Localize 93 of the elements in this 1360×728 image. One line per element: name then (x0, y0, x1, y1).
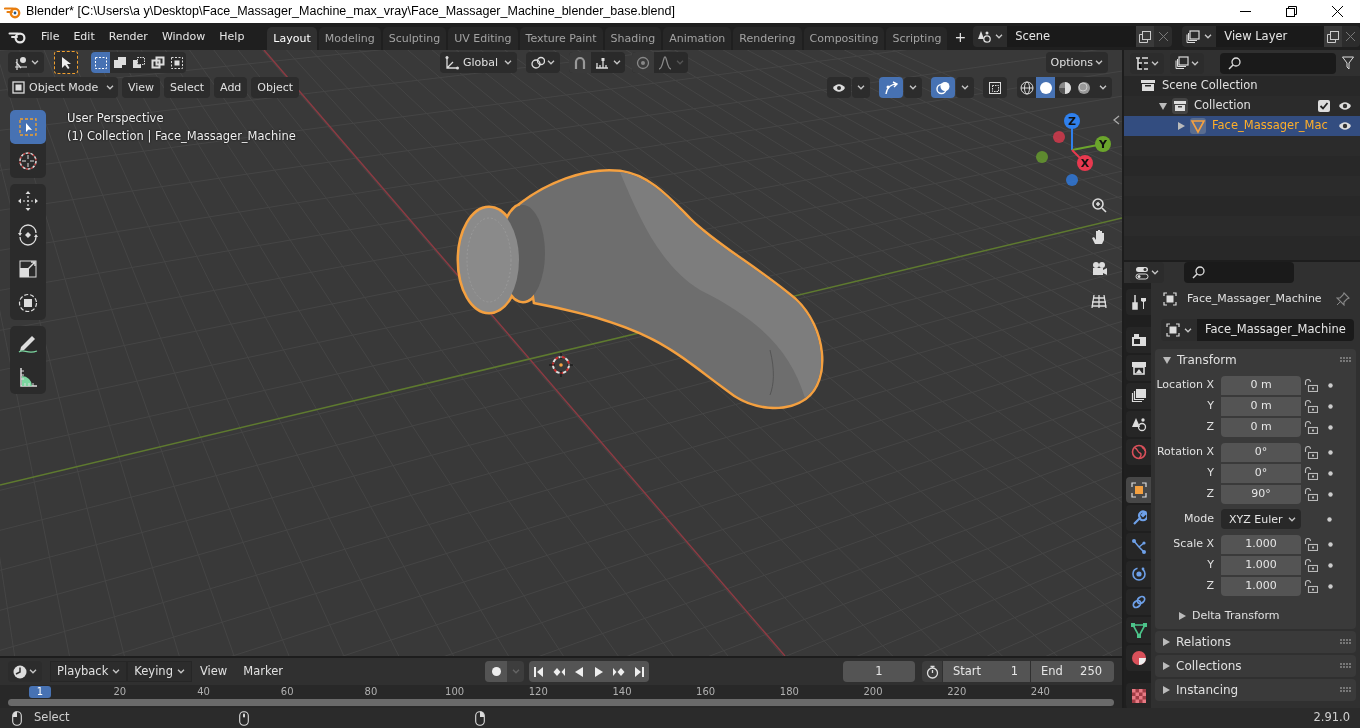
field-value: 250 (1080, 662, 1102, 680)
axis-handle[interactable]: Z (1064, 113, 1080, 129)
start-frame-field[interactable]: Start 1 (943, 661, 1030, 682)
current-frame-field[interactable]: 1 (843, 661, 915, 682)
add-workspace-button[interactable]: + (949, 29, 972, 44)
field-label: Z (1205, 577, 1215, 594)
status-action: Select (34, 709, 70, 727)
mode-label: Object Mode (29, 82, 99, 93)
field-label: Location X (1155, 376, 1215, 393)
workspace-tab[interactable]: Texture Paint (519, 27, 603, 50)
frame-number: 40 (196, 686, 211, 698)
workspace-tab[interactable]: UV Editing (448, 27, 518, 50)
dropdown-value: XYZ Euler (1229, 513, 1283, 525)
number-field[interactable]: 0 m (1221, 396, 1301, 416)
object-name-field[interactable]: Face_Massager_Machine (1197, 319, 1354, 341)
menu-item[interactable]: View (122, 77, 161, 98)
end-frame-field[interactable]: End 250 (1031, 661, 1114, 682)
outliner-row[interactable]: Face_Massager_Mac (1124, 116, 1360, 136)
number-field[interactable]: 1.000 (1221, 555, 1301, 575)
field-label: Y (1206, 556, 1215, 573)
menu-item[interactable]: Object (251, 77, 300, 98)
field-label: Z (1205, 418, 1215, 435)
number-field[interactable]: 1.000 (1221, 576, 1301, 596)
outliner-row[interactable]: Scene Collection (1124, 76, 1360, 96)
version-label: 2.91.0 (1313, 709, 1350, 727)
options-label: Options (1050, 57, 1093, 68)
workspace-tab[interactable]: Compositing (803, 27, 885, 50)
frame-number: 60 (279, 686, 295, 698)
number-field[interactable]: 90° (1221, 484, 1301, 504)
number-field[interactable]: 0 m (1221, 417, 1301, 437)
view-layer-field[interactable]: View Layer (1216, 26, 1324, 47)
field-label: Start (953, 662, 982, 680)
orientation-value: Global (463, 57, 499, 68)
workspace-tab[interactable]: Rendering (733, 27, 802, 50)
frame-number: 200 (862, 686, 884, 698)
menu-item[interactable]: Help (212, 28, 252, 45)
mode-dropdown[interactable]: XYZ Euler (1221, 509, 1301, 529)
field-label: Y (1206, 397, 1215, 414)
outliner-item-label[interactable]: Collection (1194, 97, 1251, 115)
orientation-dropdown[interactable]: Global (440, 52, 517, 73)
outliner-item-label[interactable]: Face_Massager_Mac (1212, 117, 1328, 135)
outliner-item-label[interactable]: Scene Collection (1162, 77, 1258, 95)
menu-item[interactable]: Window (154, 28, 213, 45)
menu-item[interactable]: Select (164, 77, 211, 98)
field-label: Scale X (1172, 535, 1215, 552)
workspace-tab[interactable]: Animation (663, 27, 732, 50)
menu-item[interactable]: Add (214, 77, 248, 98)
panel-title[interactable]: Transform (1177, 351, 1237, 369)
number-field[interactable]: 0° (1221, 442, 1301, 462)
number-field[interactable]: 1.000 (1221, 534, 1301, 554)
menu-item[interactable]: File (34, 28, 67, 45)
frame-number: 80 (363, 686, 379, 698)
options-dropdown[interactable]: Options (1045, 52, 1108, 73)
field-label: Z (1205, 485, 1215, 502)
panel-title[interactable]: Delta Transform (1192, 607, 1280, 625)
workspace-tab[interactable]: Shading (604, 27, 662, 50)
frame-number: 120 (527, 686, 549, 698)
menu-item[interactable]: Edit (66, 28, 102, 45)
axis-handle[interactable]: X (1077, 155, 1093, 171)
viewport-info-text: User Perspective (67, 110, 165, 127)
number-field[interactable]: 0 m (1221, 375, 1301, 395)
mode-dropdown[interactable]: Object Mode (8, 77, 118, 98)
workspace-tab[interactable]: Sculpting (382, 27, 447, 50)
scene-name-field[interactable]: Scene (1007, 26, 1136, 47)
frame-number: 160 (695, 686, 717, 698)
frame-number: 20 (112, 686, 128, 698)
frame-number: 220 (946, 686, 968, 698)
frame-number: 240 (1029, 686, 1051, 698)
menu-label: Playback (57, 665, 109, 678)
workspace-tab[interactable]: Layout (267, 27, 317, 50)
workspace-tab[interactable]: Scripting (886, 27, 948, 50)
window-title: Blender* [C:\Users\a y\Desktop\Face_Massager_Machine_max_vray\Face_Massager_Machine_blender_base.blend] (26, 3, 675, 21)
menu-item[interactable]: Render (101, 28, 155, 45)
number-field[interactable]: 0° (1221, 463, 1301, 483)
workspace-tab[interactable]: Modeling (318, 27, 381, 50)
field-label: End (1041, 662, 1063, 680)
frame-number: 100 (444, 686, 466, 698)
menu-item[interactable]: Marker (235, 665, 291, 678)
menu-item[interactable]: View (191, 665, 236, 678)
field-label: Y (1206, 464, 1215, 481)
menu-dropdown[interactable]: Playback (50, 661, 128, 682)
frame-number: 180 (778, 686, 800, 698)
field-value: 1 (1010, 662, 1018, 680)
current-frame-marker[interactable]: 1 (29, 686, 51, 698)
object-name: Face_Massager_Machine (1187, 290, 1322, 307)
field-label: Mode (1183, 510, 1215, 527)
viewport-info-text: (1) Collection | Face_Massager_Machine (67, 128, 296, 145)
field-label: Rotation X (1155, 443, 1215, 460)
axis-handle[interactable]: Y (1095, 136, 1111, 152)
frame-number: 140 (611, 686, 633, 698)
menu-dropdown[interactable]: Keying (127, 661, 192, 682)
navigation-gizmo[interactable]: Z Y X (1030, 110, 1115, 190)
menu-label: Keying (134, 665, 173, 678)
